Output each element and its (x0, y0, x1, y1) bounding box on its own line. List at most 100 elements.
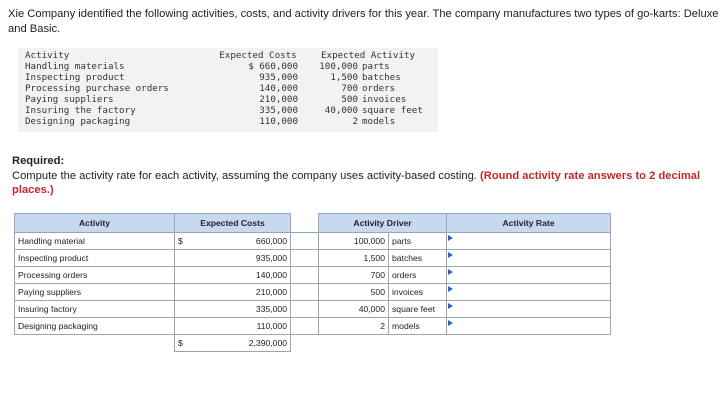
row-dollar-sign (174, 266, 193, 284)
row-spacer (290, 300, 319, 318)
given-cost: 110,000 (259, 116, 298, 127)
header-spacer (290, 213, 319, 233)
row-activity: Handling material (14, 232, 175, 250)
row-driver-unit: invoices (388, 283, 447, 301)
header-activity-rate: Activity Rate (446, 213, 611, 233)
given-driver-header: Expected Activity (321, 50, 416, 61)
total-dollar-sign: $ (174, 334, 193, 352)
row-driver-qty: 100,000 (318, 232, 389, 250)
row-cost: 660,000 (192, 232, 291, 250)
given-activity: Designing packaging (25, 116, 131, 127)
given-qty: 500 (341, 94, 358, 105)
row-driver-unit: square feet (388, 300, 447, 318)
given-cost: $ 660,000 (248, 61, 298, 72)
given-qty: 40,000 (324, 105, 358, 116)
activity-rate-input[interactable] (446, 300, 611, 318)
activity-rate-input[interactable] (446, 232, 611, 250)
row-spacer (290, 283, 319, 301)
row-cost: 335,000 (192, 300, 291, 318)
row-driver-qty: 40,000 (318, 300, 389, 318)
given-cost: 140,000 (259, 83, 298, 94)
row-driver-qty: 2 (318, 317, 389, 335)
given-activity: Handling materials (25, 61, 125, 72)
row-driver-qty: 700 (318, 266, 389, 284)
header-activity-driver: Activity Driver (318, 213, 447, 233)
total-label-blank (15, 335, 175, 352)
activity-rate-table: Activity Expected Costs Activity Driver … (14, 213, 611, 352)
input-arrow-icon (448, 252, 453, 258)
table-row: Handling material $ 660,000 100,000 part… (14, 232, 611, 250)
input-arrow-icon (448, 286, 453, 292)
given-unit: batches (362, 72, 401, 83)
row-driver-unit: batches (388, 249, 447, 267)
given-unit: models (362, 116, 396, 127)
activity-rate-input[interactable] (446, 317, 611, 335)
row-driver-qty: 500 (318, 283, 389, 301)
given-cost-column: Expected Costs $ 660,000 935,000 140,000… (218, 50, 298, 127)
given-data-box: Activity Handling materials Inspecting p… (18, 48, 438, 132)
activity-rate-input[interactable] (446, 266, 611, 284)
header-expected-costs: Expected Costs (174, 213, 291, 233)
row-cost: 935,000 (192, 249, 291, 267)
given-activity: Insuring the factory (25, 105, 136, 116)
activity-rate-input[interactable] (446, 283, 611, 301)
row-spacer (290, 249, 319, 267)
given-activity-header: Activity (25, 50, 70, 61)
table-row: Inspecting product 935,000 1,500 batches (14, 249, 611, 267)
given-unit: invoices (362, 94, 407, 105)
given-cost: 335,000 (259, 105, 298, 116)
intro-text: Xie Company identified the following act… (8, 8, 719, 35)
row-dollar-sign: $ (174, 232, 193, 250)
given-qty: 2 (352, 116, 358, 127)
given-costs-header: Expected Costs (219, 50, 297, 61)
input-arrow-icon (448, 269, 453, 275)
row-activity: Processing orders (14, 266, 175, 284)
total-spacer (291, 335, 319, 352)
row-dollar-sign (174, 249, 193, 267)
row-driver-unit: orders (388, 266, 447, 284)
given-unit: square feet (362, 105, 423, 116)
given-activity-column: Activity Handling materials Inspecting p… (25, 50, 169, 127)
input-arrow-icon (448, 320, 453, 326)
given-qty-column: 100,000 1,500 700 500 40,000 2 (298, 61, 358, 127)
row-spacer (290, 232, 319, 250)
row-driver-unit: parts (388, 232, 447, 250)
table-row: Processing orders 140,000 700 orders (14, 266, 611, 284)
total-row: $ 2,390,000 (15, 334, 611, 352)
row-activity: Paying suppliers (14, 283, 175, 301)
total-spacer (447, 335, 611, 352)
total-spacer (389, 335, 447, 352)
given-activity: Processing purchase orders (25, 83, 169, 94)
row-cost: 140,000 (192, 266, 291, 284)
given-cost: 210,000 (259, 94, 298, 105)
total-spacer (319, 335, 389, 352)
given-activity: Inspecting product (25, 72, 125, 83)
table-row: Paying suppliers 210,000 500 invoices (14, 283, 611, 301)
table-row: Insuring factory 335,000 40,000 square f… (14, 300, 611, 318)
row-spacer (290, 266, 319, 284)
row-activity: Designing packaging (14, 317, 175, 335)
row-cost: 210,000 (192, 283, 291, 301)
given-unit-column: parts batches orders invoices square fee… (362, 61, 423, 127)
input-arrow-icon (448, 235, 453, 241)
row-dollar-sign (174, 283, 193, 301)
given-qty: 1,500 (330, 72, 358, 83)
given-unit: parts (362, 61, 390, 72)
header-activity: Activity (14, 213, 175, 233)
given-qty: 700 (341, 83, 358, 94)
row-driver-qty: 1,500 (318, 249, 389, 267)
total-cost: 2,390,000 (192, 334, 291, 352)
activity-rate-input[interactable] (446, 249, 611, 267)
input-arrow-icon (448, 303, 453, 309)
row-driver-unit: models (388, 317, 447, 335)
required-heading: Required: (12, 155, 65, 167)
row-activity: Inspecting product (14, 249, 175, 267)
row-dollar-sign (174, 317, 193, 335)
row-dollar-sign (174, 300, 193, 318)
given-activity: Paying suppliers (25, 94, 114, 105)
table-row: Designing packaging 110,000 2 models (14, 317, 611, 335)
row-spacer (290, 317, 319, 335)
given-qty: 100,000 (319, 61, 358, 72)
required-text: Compute the activity rate for each activ… (12, 170, 477, 182)
row-activity: Insuring factory (14, 300, 175, 318)
